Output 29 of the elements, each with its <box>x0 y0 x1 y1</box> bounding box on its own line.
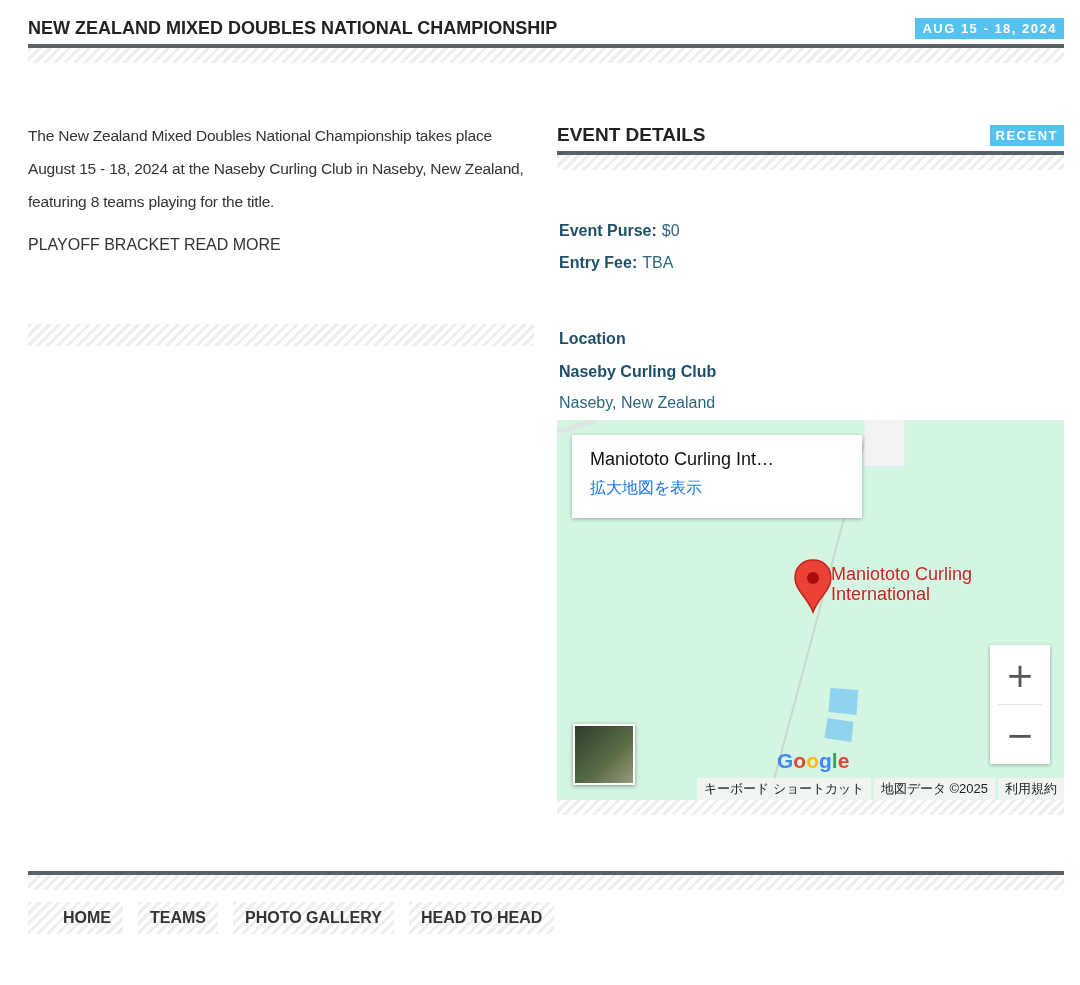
fact-label: Entry Fee: <box>559 254 638 271</box>
larger-map-link[interactable]: 拡大地図を表示 <box>590 478 844 499</box>
section-title: EVENT DETAILS <box>557 124 706 146</box>
footer-nav-link[interactable]: PHOTO GALLERY <box>233 902 394 934</box>
fact-value: TBA <box>642 254 674 271</box>
zoom-out-button[interactable]: − <box>990 705 1050 764</box>
status-badge: RECENT <box>989 124 1064 146</box>
fact-label: Event Purse: <box>559 222 657 239</box>
footer-nav-link[interactable]: TEAMS <box>138 902 218 934</box>
fact-value: $0 <box>661 222 680 239</box>
intro-paragraph: The New Zealand Mixed Doubles National Championship takes place August 15 - 18, 2024 at the Naseby Curling Club in Naseby, New Zealand, featuring 8 teams playing for the title. <box>28 126 525 212</box>
venue-place: Naseby, New Zealand <box>558 394 717 412</box>
map-attribution-link[interactable]: 利用規約 <box>998 778 1064 800</box>
map-logo: Google <box>777 749 850 773</box>
footer-nav-link[interactable]: HEAD TO HEAD <box>408 902 555 934</box>
place-card-title: Maniototo Curling Int… <box>590 449 776 470</box>
map-pin-icon[interactable] <box>793 558 833 614</box>
footer-nav-link[interactable]: HOME <box>28 902 123 934</box>
venue-name: Naseby Curling Club <box>558 363 718 381</box>
read-more-link[interactable]: PLAYOFF BRACKET READ MORE <box>28 236 534 254</box>
map-attribution-link[interactable]: キーボード ショートカット <box>697 778 871 800</box>
date-badge: AUG 15 - 18, 2024 <box>915 17 1064 39</box>
page-title: NEW ZEALAND MIXED DOUBLES NATIONAL CHAMPIONSHIP <box>28 17 558 39</box>
map-view[interactable]: Maniototo Curling Int… 拡大地図を表示 Maniototo Curling International + − Google キーボード ショートカット 地図データ ©2025 利用規約 <box>557 420 1064 800</box>
zoom-in-button[interactable]: + <box>990 645 1050 704</box>
satellite-thumbnail[interactable] <box>573 724 635 785</box>
location-heading: Location <box>558 330 627 348</box>
map-attribution-link[interactable]: 地図データ ©2025 <box>873 778 995 800</box>
pin-label: Maniototo Curling International <box>831 564 974 604</box>
